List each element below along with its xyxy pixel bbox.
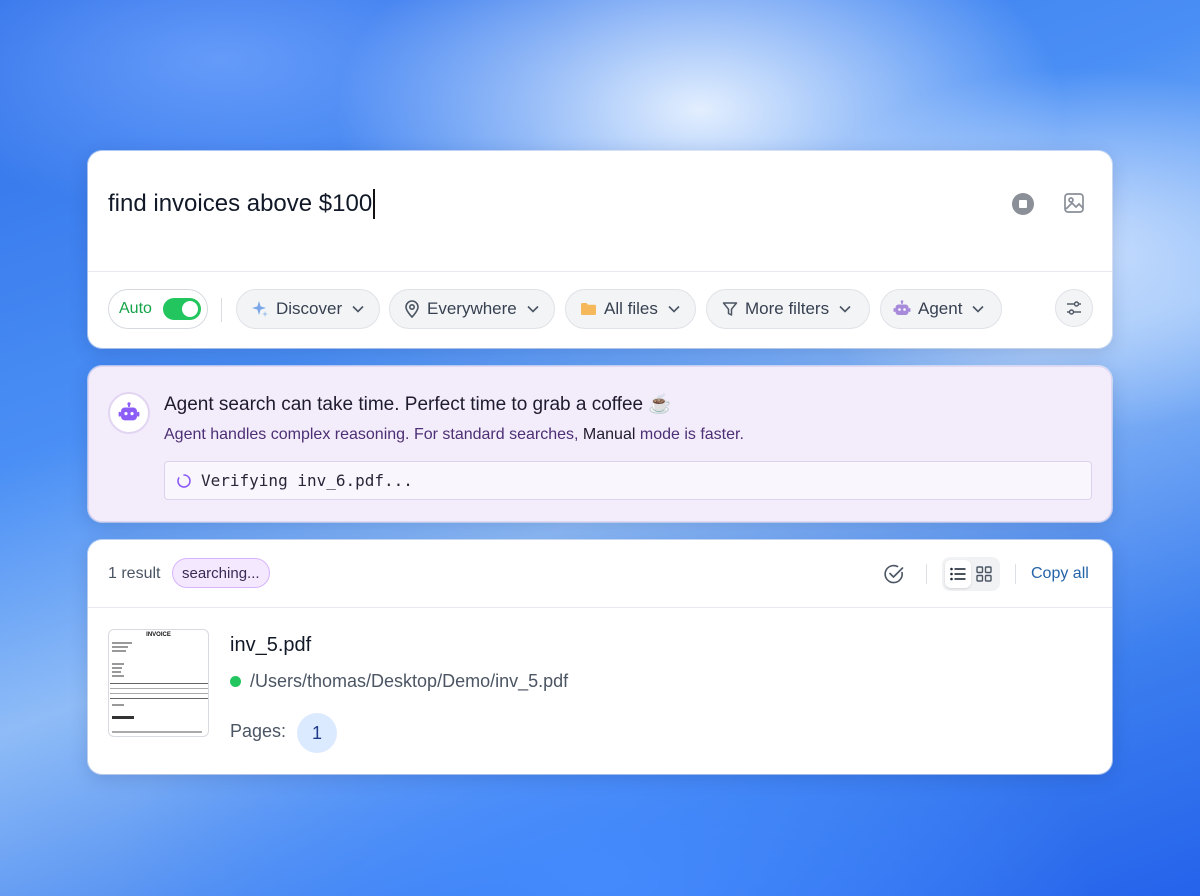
everywhere-label: Everywhere [427,299,517,318]
auto-mode-toggle[interactable]: Auto [108,289,208,329]
agent-notice-panel: Agent search can take time. Perfect time… [88,366,1112,522]
notice-subtitle: Agent handles complex reasoning. For sta… [164,426,744,444]
results-header: 1 result searching... Copy all [88,540,1112,608]
all-files-label: All files [604,299,658,318]
more-filters-dropdown[interactable]: More filters [706,289,870,329]
view-mode-toggle [942,557,1000,591]
agent-status-text: Verifying inv_6.pdf... [201,471,413,490]
header-divider [926,564,927,584]
list-view-button[interactable] [945,560,971,588]
search-input[interactable]: find invoices above $100 [108,189,376,219]
page-number-chip[interactable]: 1 [297,713,337,753]
grid-view-button[interactable] [971,560,997,588]
folder-icon [580,302,597,316]
thumbnail-title: INVOICE [146,632,171,638]
pdf-thumbnail[interactable]: INVOICE [108,629,209,737]
chevron-down-icon [668,305,680,313]
list-icon [950,567,966,581]
auto-label: Auto [119,300,152,317]
search-query-text: find invoices above $100 [108,190,373,217]
chevron-down-icon [972,305,985,313]
stop-icon [1019,200,1027,208]
chevron-down-icon [352,305,364,313]
chevron-down-icon [527,305,539,313]
toggle-switch[interactable] [162,298,201,320]
result-row[interactable]: INVOICE inv_5.pdf /Users/thomas/Desktop/… [88,608,1112,775]
location-pin-icon [404,300,420,318]
chevron-down-icon [839,305,851,313]
check-circle-icon [884,564,904,584]
manual-mode-link[interactable]: Manual [583,426,635,443]
agent-status-box: Verifying inv_6.pdf... [164,461,1092,500]
filter-divider [221,298,222,322]
agent-label: Agent [918,299,963,318]
status-badge: searching... [172,558,270,588]
copy-all-button[interactable]: Copy all [1031,565,1089,583]
notice-subtitle-prefix: Agent handles complex reasoning. For sta… [164,426,579,443]
discover-dropdown[interactable]: Discover [236,289,380,329]
image-icon [1064,193,1084,213]
file-name[interactable]: inv_5.pdf [230,634,311,657]
sparkles-icon [251,300,269,318]
grid-icon [976,566,992,582]
robot-icon [893,300,911,318]
results-panel: 1 result searching... Copy all INVOICE i… [88,540,1112,774]
sliders-icon [1067,301,1081,315]
discover-label: Discover [276,299,343,318]
spinner-icon [177,473,191,488]
header-divider [1015,564,1016,584]
location-dropdown[interactable]: Everywhere [389,289,555,329]
notice-title: Agent search can take time. Perfect time… [164,394,673,415]
select-all-button[interactable] [883,563,905,585]
agent-mode-dropdown[interactable]: Agent [880,289,1002,329]
search-panel: find invoices above $100 Auto Discover E… [88,151,1112,348]
text-caret [373,189,376,219]
file-type-dropdown[interactable]: All files [565,289,696,329]
notice-subtitle-suffix: mode is faster. [639,426,744,443]
file-path: /Users/thomas/Desktop/Demo/inv_5.pdf [230,671,568,692]
filter-bar: Auto Discover Everywhere All files More … [88,272,1112,348]
search-settings-button[interactable] [1055,289,1093,327]
result-count: 1 result [108,565,161,582]
funnel-icon [722,301,738,317]
query-row: find invoices above $100 [88,151,1112,272]
more-filters-label: More filters [745,299,830,318]
robot-icon [118,402,140,421]
pages-label: Pages: [230,721,287,741]
agent-avatar [108,392,150,434]
image-search-button[interactable] [1063,192,1085,214]
stop-search-button[interactable] [1012,193,1034,215]
file-path-text: /Users/thomas/Desktop/Demo/inv_5.pdf [250,671,569,691]
indexed-status-dot [230,676,241,687]
